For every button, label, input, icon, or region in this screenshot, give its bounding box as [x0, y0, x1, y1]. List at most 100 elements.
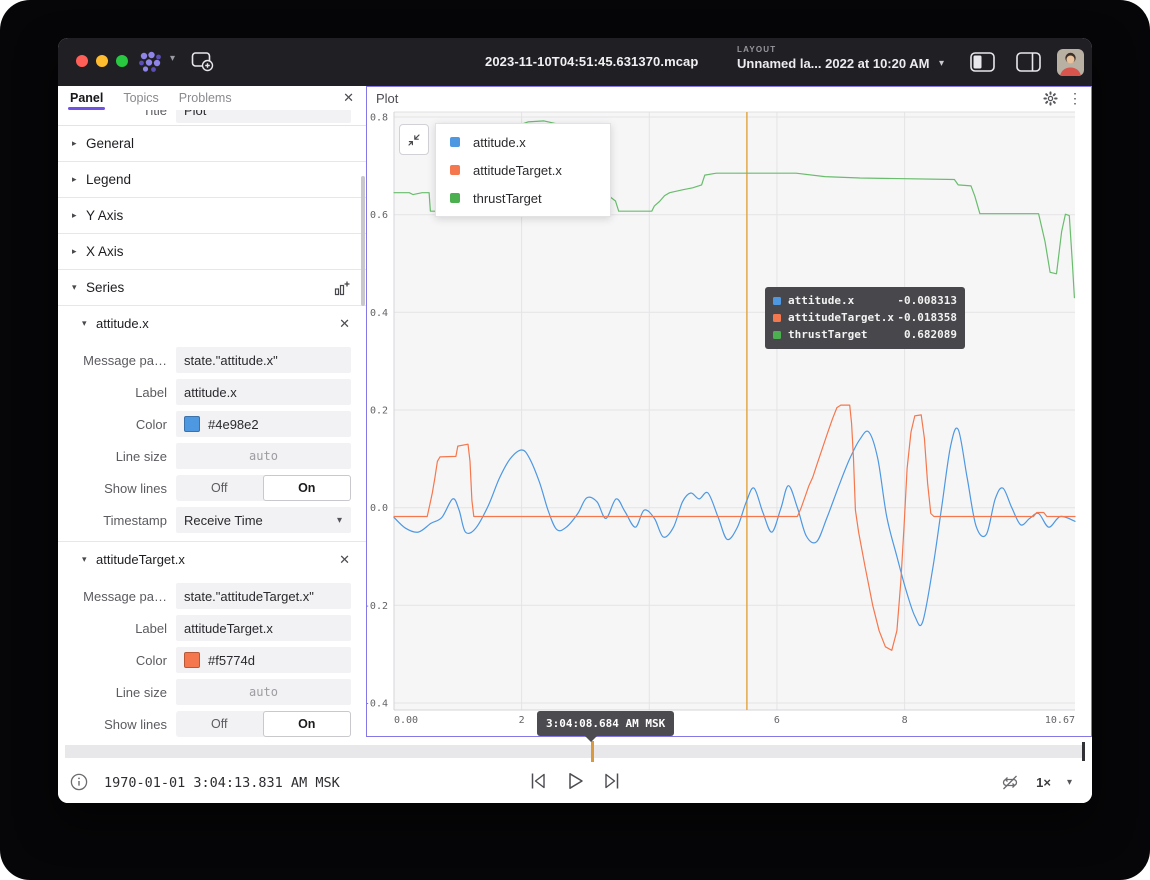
show-lines-row: Show lines Off On	[58, 475, 351, 501]
toggle-right-sidebar-button[interactable]	[1016, 52, 1041, 72]
section-series[interactable]: ▾ Series	[58, 270, 366, 306]
tooltip-row: attitudeTarget.x -0.018358	[773, 309, 957, 326]
tab-topics[interactable]: Topics	[123, 91, 158, 105]
tab-panel[interactable]: Panel	[70, 91, 103, 105]
remove-series-icon[interactable]: ✕	[339, 316, 350, 332]
window-title: 2023-11-10T04:51:45.631370.mcap	[485, 54, 698, 69]
title-field-input[interactable]: Plot	[176, 110, 351, 123]
timestamp-row: Timestamp Receive Time ▾	[58, 507, 351, 533]
chevron-down-icon: ▾	[82, 554, 96, 565]
color-row: Color #f5774d	[58, 647, 351, 673]
collapse-legend-button[interactable]	[399, 124, 429, 155]
tooltip-series-label: attitudeTarget.x	[788, 311, 894, 324]
section-y-axis[interactable]: ▸ Y Axis	[58, 198, 366, 234]
color-swatch[interactable]	[184, 416, 200, 432]
collapse-arrows-icon	[407, 133, 421, 147]
show-lines-off-button[interactable]: Off	[176, 711, 263, 737]
section-general-label: General	[86, 136, 134, 151]
user-avatar[interactable]	[1057, 49, 1084, 76]
tooltip-series-label: thrustTarget	[788, 328, 867, 341]
zoom-window-button[interactable]	[116, 55, 128, 67]
svg-text:0.4: 0.4	[370, 308, 388, 319]
playhead-marker[interactable]	[1082, 742, 1085, 761]
loop-disabled-icon[interactable]	[1000, 773, 1020, 792]
panel-settings-sidebar: Panel Topics Problems ✕ Title Plot ▸ Gen…	[58, 86, 366, 737]
seek-forward-button[interactable]	[602, 770, 622, 792]
tooltip-row: attitude.x -0.008313	[773, 292, 957, 309]
add-panel-icon[interactable]	[191, 51, 215, 72]
playback-speed[interactable]: 1×	[1036, 775, 1051, 790]
plot-legend: attitude.x attitudeTarget.x thrustTarget	[435, 123, 611, 217]
seek-track[interactable]	[65, 745, 1085, 758]
speed-chevron-icon[interactable]: ▾	[1067, 777, 1072, 788]
legend-item-label: thrustTarget	[473, 191, 542, 206]
seek-backward-button[interactable]	[528, 770, 548, 792]
show-lines-row: Show lines Off On	[58, 711, 351, 737]
label-input[interactable]: attitudeTarget.x	[176, 615, 351, 641]
legend-item[interactable]: attitude.x	[436, 128, 610, 156]
section-x-axis[interactable]: ▸ X Axis	[58, 234, 366, 270]
color-input[interactable]: #4e98e2	[176, 411, 351, 437]
legend-item[interactable]: thrustTarget	[436, 184, 610, 212]
add-series-icon[interactable]	[334, 280, 350, 296]
show-lines-off-button[interactable]: Off	[176, 475, 263, 501]
play-button[interactable]	[565, 770, 585, 792]
show-lines-on-button[interactable]: On	[263, 711, 352, 737]
svg-text:2: 2	[519, 715, 525, 726]
more-options-icon[interactable]: ⋮	[1068, 91, 1082, 105]
data-source-chevron-icon[interactable]: ▾	[170, 53, 175, 64]
message-path-input[interactable]: state."attitudeTarget.x"	[176, 583, 351, 609]
series-color-swatch	[450, 165, 460, 175]
show-lines-label: Show lines	[58, 481, 176, 496]
playback-bar: 1970-01-01 3:04:13.831 AM MSK	[58, 737, 1092, 803]
line-size-row: Line size auto	[58, 679, 351, 705]
layout-selector[interactable]: LAYOUT Unnamed la... 2022 at 10:20 AM	[737, 45, 929, 71]
message-path-input[interactable]: state."attitude.x"	[176, 347, 351, 373]
section-legend[interactable]: ▸ Legend	[58, 162, 366, 198]
line-size-row: Line size auto	[58, 443, 351, 469]
line-size-input[interactable]: auto	[176, 443, 351, 469]
line-size-label: Line size	[58, 449, 176, 464]
label-input[interactable]: attitude.x	[176, 379, 351, 405]
legend-item-label: attitude.x	[473, 135, 526, 150]
show-lines-toggle: Off On	[176, 711, 351, 737]
show-lines-on-button[interactable]: On	[263, 475, 352, 501]
color-swatch[interactable]	[184, 652, 200, 668]
series-attitude-target-x-header[interactable]: ▾ attitudeTarget.x ✕	[58, 542, 366, 577]
line-size-input[interactable]: auto	[176, 679, 351, 705]
timestamp-select[interactable]: Receive Time ▾	[176, 507, 351, 533]
color-label: Color	[58, 653, 176, 668]
plot-panel-header: Plot ⋮	[367, 87, 1091, 109]
layout-name: Unnamed la... 2022 at 10:20 AM	[737, 56, 929, 71]
svg-text:8: 8	[902, 715, 908, 726]
remove-series-icon[interactable]: ✕	[339, 552, 350, 568]
series-attitude-x-header[interactable]: ▾ attitude.x ✕	[58, 306, 366, 341]
toggle-left-sidebar-button[interactable]	[970, 52, 995, 72]
chevron-down-icon: ▾	[72, 282, 86, 293]
close-sidebar-icon[interactable]: ✕	[343, 90, 354, 106]
chevron-right-icon: ▸	[72, 138, 86, 149]
sidebar-scrollbar[interactable]	[361, 176, 365, 306]
plot-panel-title: Plot	[376, 91, 398, 106]
timestamp-value: Receive Time	[184, 513, 263, 528]
section-general[interactable]: ▸ General	[58, 126, 366, 162]
series-color-swatch	[450, 137, 460, 147]
plot-panel: Plot ⋮ 0.	[366, 86, 1092, 737]
tooltip-series-value: 0.682089	[904, 328, 957, 341]
legend-item[interactable]: attitudeTarget.x	[436, 156, 610, 184]
color-input[interactable]: #f5774d	[176, 647, 351, 673]
close-window-button[interactable]	[76, 55, 88, 67]
layout-chevron-icon[interactable]: ▾	[939, 58, 944, 69]
minimize-window-button[interactable]	[96, 55, 108, 67]
settings-gear-icon[interactable]	[1043, 91, 1058, 106]
label-label: Label	[58, 385, 176, 400]
section-series-label: Series	[86, 280, 124, 295]
svg-text:0.6: 0.6	[370, 210, 388, 221]
tooltip-row: thrustTarget 0.682089	[773, 326, 957, 343]
chevron-down-icon: ▾	[337, 515, 342, 526]
tooltip-series-value: -0.018358	[897, 311, 957, 324]
info-icon[interactable]	[70, 773, 88, 791]
color-hex: #4e98e2	[208, 417, 259, 432]
series-color-swatch	[773, 297, 781, 305]
tab-problems[interactable]: Problems	[179, 91, 232, 105]
